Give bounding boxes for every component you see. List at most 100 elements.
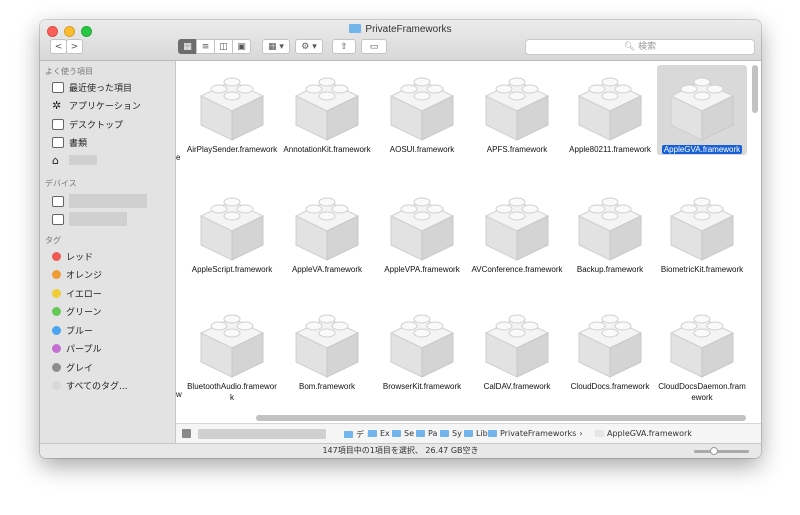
folder-icon — [464, 430, 473, 437]
sidebar-item-tag[interactable]: イエロー — [52, 285, 102, 301]
sidebar-item-label: アプリケーション — [69, 101, 141, 112]
sidebar-item-applications[interactable]: ✲ アプリケーション — [52, 97, 141, 113]
file-name: AOSUI.framework — [376, 144, 468, 155]
breadcrumb-item[interactable]: デ› — [344, 429, 370, 440]
file-item[interactable]: CloudDocs.framework — [564, 304, 656, 392]
file-item[interactable]: BiometricKit.framework — [656, 187, 748, 275]
sidebar-item-tag[interactable]: ブルー — [52, 322, 93, 338]
slider-knob[interactable] — [710, 447, 719, 455]
breadcrumb-label: PrivateFrameworks — [500, 429, 577, 438]
framework-icon — [294, 314, 360, 378]
file-item[interactable]: AppleGVA.framework — [656, 67, 748, 155]
folder-icon — [595, 430, 604, 437]
folder-icon — [392, 430, 401, 437]
file-name: CloudDocs.framework — [564, 381, 656, 392]
sidebar-item-tag[interactable]: パープル — [52, 341, 101, 357]
file-name: Bom.framework — [281, 381, 373, 392]
sidebar-item-home[interactable]: ⌂ — [52, 152, 97, 168]
icon-size-slider[interactable] — [694, 447, 749, 455]
framework-icon — [669, 197, 735, 261]
sidebar-item-label: レッド — [66, 252, 94, 263]
sidebar-item-tag[interactable]: グリーン — [52, 304, 102, 320]
sidebar-item-desktop[interactable]: デスクトップ — [52, 116, 123, 132]
breadcrumb-item[interactable]: AppleGVA.framework — [595, 429, 692, 438]
file-name: AppleScript.framework — [186, 264, 278, 275]
file-name-text: CloudDocsDaemon.framework — [658, 382, 746, 402]
file-item[interactable]: BluetoothAudio.framework — [186, 304, 278, 403]
file-item[interactable]: BrowserKit.framework — [376, 304, 468, 392]
breadcrumb-label: Ex — [380, 429, 390, 438]
tag-button[interactable]: ▭ — [361, 39, 387, 54]
file-item[interactable]: AirPlaySender.framework — [186, 67, 278, 155]
file-item[interactable]: AOSUI.framework — [376, 67, 468, 155]
arrange-button[interactable]: ▦ ▾ — [262, 39, 290, 54]
coverflow-view-button[interactable]: ▣ — [232, 39, 251, 54]
file-item[interactable]: CloudDocsDaemon.framework — [656, 304, 748, 403]
home-icon: ⌂ — [52, 153, 59, 167]
tag-color-icon — [52, 270, 61, 279]
tags-header: タグ — [45, 236, 61, 245]
file-name-text: Apple80211.framework — [569, 145, 651, 154]
list-view-button[interactable]: ≡ — [196, 39, 215, 54]
file-item[interactable]: Backup.framework — [564, 187, 656, 275]
framework-icon — [484, 314, 550, 378]
file-name: AnnotationKit.framework — [281, 144, 373, 155]
finder-window: PrivateFrameworks < > ▦ ≡ ◫ ▣ ▦ ▾ ⚙ ▾ ⇧ … — [40, 20, 761, 458]
file-name: BrowserKit.framework — [376, 381, 468, 392]
file-name-text: AirPlaySender.framework — [186, 145, 278, 154]
horizontal-scrollbar[interactable] — [256, 415, 746, 421]
file-name-text: BrowserKit.framework — [382, 382, 462, 391]
file-name-text: AppleVA.framework — [291, 265, 363, 274]
file-item[interactable]: Apple80211.framework — [564, 67, 656, 155]
back-button[interactable]: < — [50, 39, 67, 54]
file-item[interactable]: AppleVPA.framework — [376, 187, 468, 275]
applications-icon: ✲ — [52, 98, 62, 112]
file-name-text: AppleGVA.framework — [661, 145, 743, 154]
sidebar-item-tag[interactable]: グレイ — [52, 359, 93, 375]
search-field[interactable]: 🔍︎ 検索 — [525, 39, 755, 55]
framework-icon — [577, 77, 643, 141]
tag-color-icon — [52, 362, 61, 372]
disk-icon — [52, 195, 64, 207]
tag-color-icon — [52, 344, 61, 353]
file-item[interactable]: AnnotationKit.framework — [281, 67, 373, 155]
framework-icon — [669, 314, 735, 378]
sidebar-item-device-2[interactable] — [52, 211, 127, 227]
sidebar-item-label: ブルー — [66, 326, 94, 337]
nav-buttons: < > — [50, 39, 83, 54]
file-item[interactable]: AVConference.framework — [471, 187, 563, 275]
file-item[interactable]: Bom.framework — [281, 304, 373, 392]
file-name-text: AppleScript.framework — [191, 265, 273, 274]
sidebar-item-device-1[interactable] — [52, 193, 147, 209]
sidebar-item-tag[interactable]: すべてのタグ... — [52, 378, 128, 394]
file-name: BiometricKit.framework — [656, 264, 748, 275]
vertical-scrollbar[interactable] — [752, 65, 758, 113]
share-button[interactable]: ⇧ — [332, 39, 356, 54]
sidebar-item-label: グリーン — [66, 308, 102, 318]
framework-icon — [389, 77, 455, 141]
status-bar: 147項目中の1項目を選択、 26.47 GB空き — [40, 443, 761, 458]
forward-button[interactable]: > — [66, 39, 83, 54]
column-view-button[interactable]: ◫ — [214, 39, 233, 54]
framework-icon — [294, 197, 360, 261]
file-item[interactable]: CalDAV.framework — [471, 304, 563, 392]
sidebar-item-documents[interactable]: 書類 — [52, 134, 87, 150]
file-item[interactable]: AppleScript.framework — [186, 187, 278, 275]
breadcrumb-item[interactable]: PrivateFrameworks › — [488, 429, 583, 438]
sidebar-item-recents[interactable]: 最近使った項目 — [52, 79, 132, 95]
file-name: AppleGVA.framework — [656, 144, 748, 155]
redacted-label — [69, 194, 147, 208]
file-item[interactable]: APFS.framework — [471, 67, 563, 155]
path-bar: デ›Ex›Se›Pa›Sy›Lib›PrivateFrameworks›Appl… — [176, 423, 761, 444]
tag-color-icon — [52, 307, 61, 316]
action-button[interactable]: ⚙ ▾ — [295, 39, 323, 54]
sidebar-item-tag[interactable]: レッド — [52, 248, 93, 264]
file-name: AVConference.framework — [471, 264, 563, 275]
framework-icon — [199, 314, 265, 378]
icon-view-button[interactable]: ▦ — [178, 39, 197, 54]
sidebar-item-tag[interactable]: オレンジ — [52, 267, 102, 283]
file-item[interactable]: AppleVA.framework — [281, 187, 373, 275]
file-name: Backup.framework — [564, 264, 656, 275]
file-name: AppleVPA.framework — [376, 264, 468, 275]
clipped-file-name: w — [176, 390, 182, 399]
